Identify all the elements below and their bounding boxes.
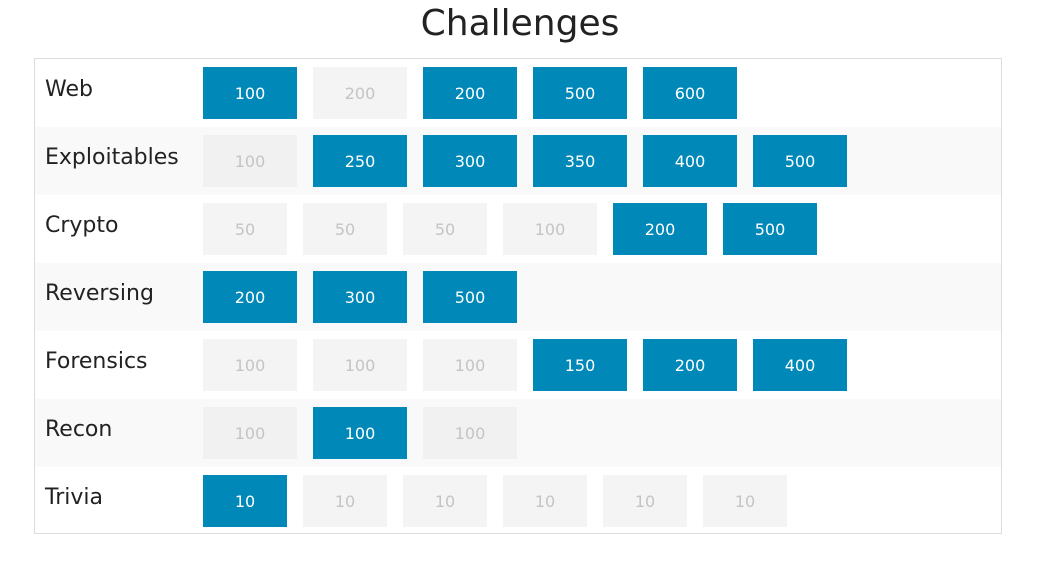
challenge-tile[interactable]: 100 [423,407,517,459]
challenge-tile[interactable]: 150 [533,339,627,391]
challenge-tiles: 100 250 300 350 400 500 [203,135,847,187]
challenge-tile[interactable]: 600 [643,67,737,119]
challenge-tile[interactable]: 500 [423,271,517,323]
challenge-tile[interactable]: 200 [643,339,737,391]
challenge-tile[interactable]: 10 [603,475,687,527]
category-name: Web [45,77,93,102]
challenge-tile[interactable]: 500 [753,135,847,187]
challenge-tile[interactable]: 200 [313,67,407,119]
challenge-tile[interactable]: 10 [203,475,287,527]
challenge-tile[interactable]: 100 [203,67,297,119]
challenge-tile[interactable]: 200 [203,271,297,323]
challenge-tiles: 200 300 500 [203,271,517,323]
challenge-tiles: 50 50 50 100 200 500 [203,203,817,255]
category-name: Reversing [45,281,154,306]
category-row-crypto: Crypto 50 50 50 100 200 500 [35,195,1001,263]
category-row-exploitables: Exploitables 100 250 300 350 400 500 [35,127,1001,195]
challenge-tile[interactable]: 10 [703,475,787,527]
challenge-tile[interactable]: 100 [203,135,297,187]
challenge-tile[interactable]: 50 [303,203,387,255]
challenge-tile[interactable]: 500 [533,67,627,119]
category-name: Exploitables [45,145,179,170]
challenge-tile[interactable]: 10 [403,475,487,527]
challenge-tile[interactable]: 100 [503,203,597,255]
challenge-tile[interactable]: 300 [423,135,517,187]
challenge-tile[interactable]: 10 [303,475,387,527]
challenge-tile[interactable]: 350 [533,135,627,187]
challenge-tile[interactable]: 100 [203,339,297,391]
challenge-tiles: 100 100 100 150 200 400 [203,339,847,391]
category-row-forensics: Forensics 100 100 100 150 200 400 [35,331,1001,399]
challenge-tile[interactable]: 10 [503,475,587,527]
challenge-board: Web 100 200 200 500 600 Exploitables 100… [34,58,1002,534]
challenge-tile[interactable]: 100 [423,339,517,391]
challenge-tiles: 10 10 10 10 10 10 [203,475,787,527]
challenge-tile[interactable]: 500 [723,203,817,255]
category-name: Recon [45,417,113,442]
page-title: Challenges [420,3,620,44]
category-name: Crypto [45,213,119,238]
challenge-tile[interactable]: 300 [313,271,407,323]
challenge-tiles: 100 200 200 500 600 [203,67,737,119]
category-row-recon: Recon 100 100 100 [35,399,1001,467]
category-name: Forensics [45,349,148,374]
challenge-tile[interactable]: 100 [313,339,407,391]
category-row-reversing: Reversing 200 300 500 [35,263,1001,331]
category-row-trivia: Trivia 10 10 10 10 10 10 [35,467,1001,535]
challenge-tiles: 100 100 100 [203,407,517,459]
challenge-tile[interactable]: 200 [423,67,517,119]
challenge-tile[interactable]: 250 [313,135,407,187]
challenge-tile[interactable]: 200 [613,203,707,255]
challenge-tile[interactable]: 400 [643,135,737,187]
category-name: Trivia [45,485,103,510]
challenge-tile[interactable]: 50 [203,203,287,255]
category-row-web: Web 100 200 200 500 600 [35,59,1001,127]
challenge-tile[interactable]: 400 [753,339,847,391]
challenge-tile[interactable]: 100 [203,407,297,459]
challenge-tile[interactable]: 100 [313,407,407,459]
challenge-tile[interactable]: 50 [403,203,487,255]
